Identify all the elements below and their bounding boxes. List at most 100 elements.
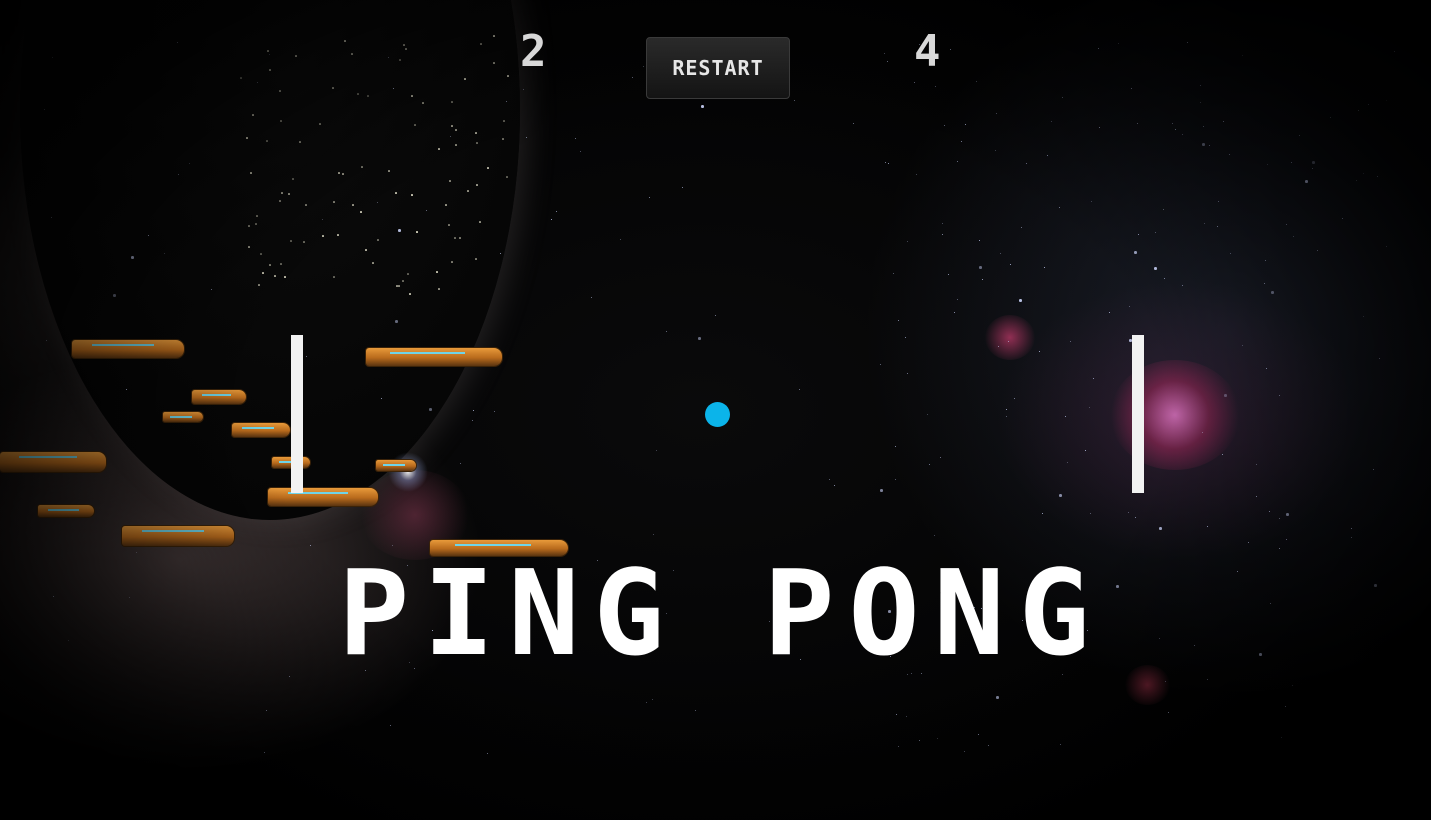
planet-light [360, 211, 362, 213]
star [1266, 368, 1268, 370]
star [1200, 102, 1202, 104]
planet-light [480, 43, 482, 45]
star [979, 240, 981, 242]
planet-light [503, 120, 505, 122]
star [1010, 264, 1012, 266]
restart-button[interactable]: RESTART [646, 37, 790, 99]
star [1059, 207, 1061, 209]
planet-light [454, 237, 456, 239]
star [591, 297, 593, 299]
star [1051, 121, 1053, 123]
star [494, 411, 496, 413]
planet-light [279, 90, 281, 92]
star [656, 450, 658, 452]
planet-light [252, 114, 254, 116]
star [1293, 236, 1295, 238]
spaceship [0, 452, 106, 472]
star [898, 320, 900, 322]
paddle-left[interactable] [291, 335, 303, 493]
star [1202, 432, 1204, 434]
spaceship [268, 488, 378, 506]
star [948, 274, 950, 276]
star [1264, 283, 1266, 285]
star [136, 552, 138, 554]
star [390, 725, 392, 727]
star [1386, 100, 1388, 102]
planet-light [451, 125, 453, 127]
star [853, 123, 855, 125]
planet-light [455, 129, 457, 131]
star [1089, 407, 1091, 409]
planet-light [396, 285, 398, 287]
planet-light [506, 176, 508, 178]
star [1209, 145, 1211, 147]
star [1182, 285, 1184, 287]
star [1363, 173, 1365, 175]
star [996, 696, 999, 699]
star [885, 162, 887, 164]
star [289, 676, 291, 678]
star [1373, 469, 1375, 471]
star [964, 751, 966, 753]
star [1026, 163, 1028, 165]
star [1138, 234, 1140, 236]
star [1175, 129, 1177, 131]
star [982, 279, 984, 281]
star [979, 266, 982, 269]
star [942, 234, 944, 236]
star [632, 77, 634, 79]
spaceship [163, 412, 203, 422]
ball [705, 402, 730, 427]
star [1330, 117, 1332, 119]
star [1067, 462, 1069, 464]
star [794, 100, 796, 102]
planet-light [255, 223, 257, 225]
star [995, 150, 997, 152]
planet-light [266, 140, 268, 142]
star [1230, 253, 1232, 255]
star [1006, 409, 1008, 411]
star [1279, 548, 1281, 550]
planet-light [436, 271, 438, 273]
planet-light [357, 93, 359, 95]
star [1256, 496, 1258, 498]
star [1358, 110, 1360, 112]
star [996, 113, 998, 115]
planet-light [476, 184, 478, 186]
planet-light [284, 276, 286, 278]
planet-light [365, 249, 367, 251]
star [1270, 603, 1272, 605]
paddle-right[interactable] [1132, 335, 1144, 493]
spaceship [232, 423, 290, 437]
star [1222, 454, 1224, 456]
star [652, 699, 654, 701]
star [1090, 513, 1092, 515]
star [1187, 42, 1189, 44]
planet-light [451, 101, 453, 103]
planet-light [479, 221, 481, 223]
star [1200, 85, 1202, 87]
star [1207, 679, 1209, 681]
star [914, 82, 916, 84]
star [1312, 161, 1315, 164]
star [1099, 127, 1101, 129]
star [575, 138, 577, 140]
planet-light [367, 95, 369, 97]
star [1085, 450, 1087, 452]
star [266, 710, 268, 712]
star [895, 479, 897, 481]
planet-light [405, 48, 407, 50]
planet-light [305, 204, 307, 206]
star [1351, 528, 1353, 530]
star [1070, 341, 1072, 343]
planet-light [414, 124, 416, 126]
star [976, 81, 978, 83]
star [1129, 306, 1131, 308]
star [957, 299, 959, 301]
star [1342, 218, 1344, 220]
game-canvas[interactable]: 2 RESTART 4 PING PONG [0, 0, 1431, 820]
star [1163, 209, 1165, 211]
star [834, 485, 836, 487]
planet-light [459, 237, 461, 239]
star [1286, 539, 1288, 541]
